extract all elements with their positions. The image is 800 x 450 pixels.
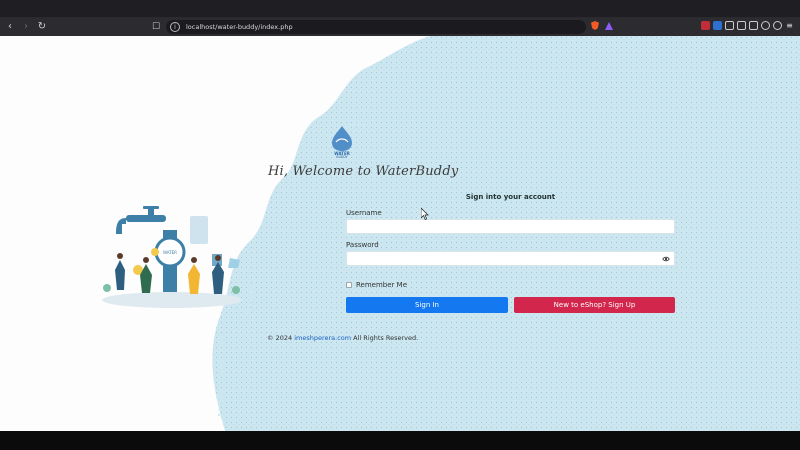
welcome-heading: Hi, Welcome to WaterBuddy <box>268 164 459 179</box>
water-meter-illustration: WATER <box>102 206 242 308</box>
bottom-bar <box>0 431 800 450</box>
username-label: Username <box>346 209 382 217</box>
back-icon[interactable]: ‹ <box>4 21 16 33</box>
password-field[interactable] <box>346 251 675 266</box>
bookmark-icon[interactable]: ☐ <box>151 21 161 33</box>
signin-heading: Sign into your account <box>465 193 556 201</box>
login-page: WATER BUDDY Hi, Welcome to WaterBuddy WA… <box>0 36 800 431</box>
address-bar[interactable]: i localhost/water-buddy/index.php <box>166 20 586 34</box>
sidebar-icon[interactable] <box>737 21 746 30</box>
info-icon[interactable]: i <box>170 22 180 32</box>
forward-icon[interactable]: › <box>20 21 32 33</box>
reload-icon[interactable]: ↻ <box>36 21 48 33</box>
sign-in-button[interactable]: Sign In <box>346 297 508 313</box>
mouse-cursor-icon <box>421 208 429 220</box>
remember-me[interactable]: Remember Me <box>346 281 407 289</box>
sign-up-button[interactable]: New to eShop? Sign Up <box>514 297 675 313</box>
menu-icon[interactable]: ≡ <box>785 21 794 30</box>
remember-checkbox[interactable] <box>346 282 352 288</box>
footer-copyright: © 2024 <box>267 334 293 342</box>
username-field[interactable] <box>346 219 675 234</box>
remember-label: Remember Me <box>356 281 407 289</box>
vpn-icon[interactable] <box>761 21 770 30</box>
puzzle-icon[interactable] <box>725 21 734 30</box>
eye-icon[interactable] <box>662 255 670 263</box>
browser-toolbar: ‹ › ↻ ☐ i localhost/water-buddy/index.ph… <box>0 18 800 36</box>
tab-strip <box>0 0 800 18</box>
svg-text:WATER: WATER <box>163 250 177 255</box>
password-label: Password <box>346 241 379 249</box>
shield-icon[interactable] <box>773 21 782 30</box>
url-text[interactable]: localhost/water-buddy/index.php <box>186 23 293 31</box>
browser-chrome: ‹ › ↻ ☐ i localhost/water-buddy/index.ph… <box>0 0 800 36</box>
extension-icon[interactable] <box>713 21 722 30</box>
water-buddy-logo: WATER BUDDY <box>332 126 352 158</box>
svg-text:BUDDY: BUDDY <box>336 155 347 158</box>
extension-icon[interactable] <box>701 21 710 30</box>
extension-icons: ≡ <box>701 21 794 30</box>
footer: © 2024 imeshperera.com All Rights Reserv… <box>267 334 418 342</box>
footer-rights: All Rights Reserved. <box>353 334 419 342</box>
footer-link[interactable]: imeshperera.com <box>294 334 351 342</box>
wallet-icon[interactable] <box>749 21 758 30</box>
